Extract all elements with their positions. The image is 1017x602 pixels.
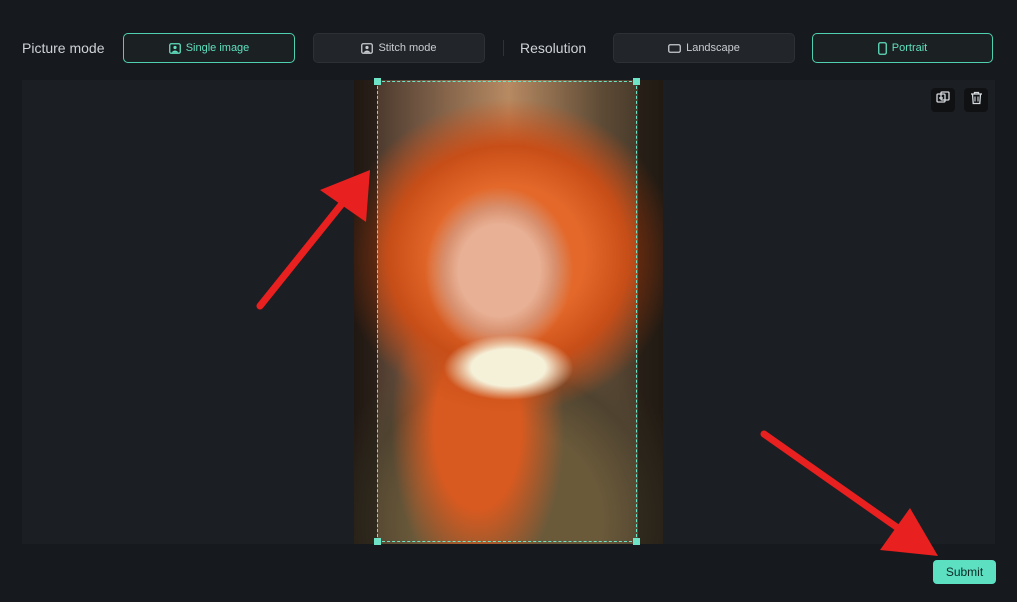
- landscape-icon: [668, 43, 681, 53]
- crop-frame[interactable]: [374, 78, 640, 545]
- replace-image-button[interactable]: [931, 88, 955, 112]
- single-image-button[interactable]: Single image: [123, 33, 295, 63]
- portrait-label: Portrait: [891, 42, 928, 54]
- toolbar-divider: [503, 40, 504, 56]
- landscape-label: Landscape: [686, 42, 740, 54]
- portrait-button[interactable]: Portrait: [812, 33, 993, 63]
- picture-mode-label: Picture mode: [22, 40, 105, 56]
- crop-handle-bottom-right[interactable]: [633, 538, 640, 545]
- stitch-icon: [361, 42, 374, 54]
- replace-image-icon: [936, 90, 950, 110]
- crop-shade-right: [638, 80, 663, 544]
- landscape-button[interactable]: Landscape: [613, 33, 795, 63]
- resolution-label: Resolution: [520, 40, 587, 56]
- single-image-label: Single image: [185, 42, 250, 54]
- crop-shade-left: [354, 80, 377, 544]
- trash-icon: [970, 91, 983, 110]
- crop-handle-top-right[interactable]: [633, 78, 640, 85]
- stitch-mode-button[interactable]: Stitch mode: [313, 33, 485, 63]
- portrait-icon: [877, 41, 887, 55]
- image-icon: [168, 42, 181, 54]
- preview-canvas: [22, 78, 995, 545]
- delete-image-button[interactable]: [964, 88, 988, 112]
- crop-handle-top-left[interactable]: [374, 78, 381, 85]
- cover-editor: Picture mode Single image Stitch mode Re…: [0, 0, 1017, 602]
- stitch-mode-label: Stitch mode: [378, 42, 437, 54]
- crop-handle-bottom-left[interactable]: [374, 538, 381, 545]
- submit-button[interactable]: Submit: [933, 560, 996, 584]
